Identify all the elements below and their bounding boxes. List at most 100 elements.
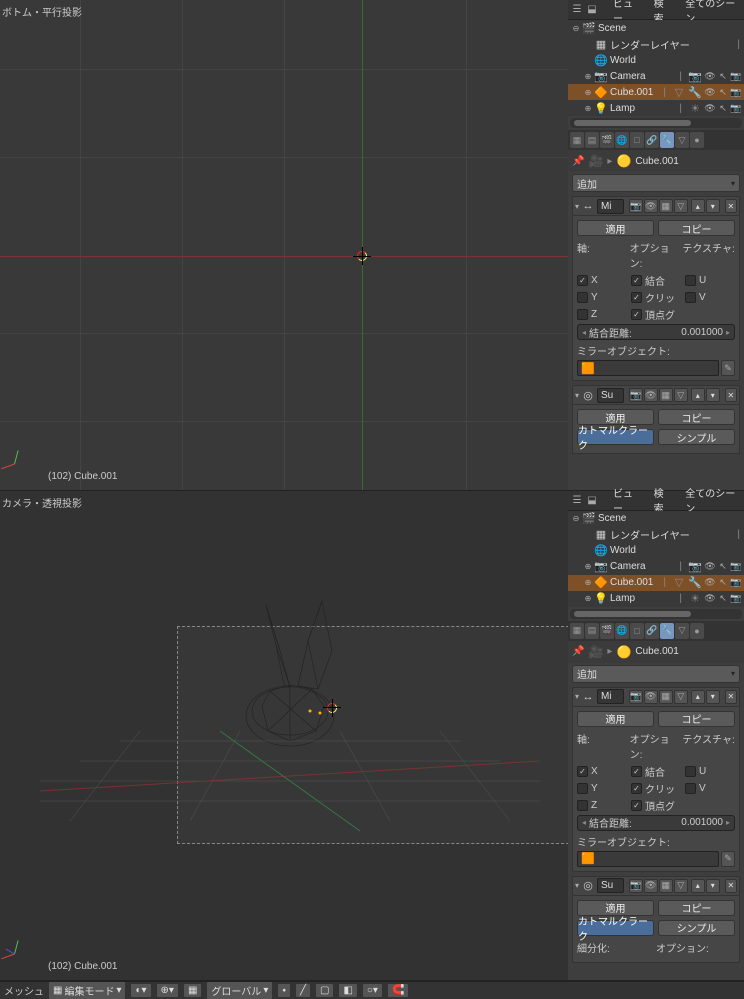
cursor-icon[interactable]: ↖ bbox=[717, 102, 729, 114]
eyedropper-button[interactable]: ✎ bbox=[721, 851, 735, 867]
axis-y-checkbox[interactable] bbox=[577, 292, 588, 303]
select-mode-edge[interactable]: ╱ bbox=[295, 983, 311, 998]
outliner-row-renderlayers[interactable]: ▦レンダーレイヤー| bbox=[568, 36, 744, 52]
proportional-edit[interactable]: ○▾ bbox=[362, 983, 383, 998]
select-mode-face[interactable]: ▢ bbox=[315, 983, 334, 998]
copy-button[interactable]: コピー bbox=[658, 900, 735, 916]
editmode-toggle[interactable]: ▦ bbox=[659, 388, 673, 402]
tab-data[interactable]: ▽ bbox=[675, 132, 689, 148]
tab-modifiers[interactable]: 🔧 bbox=[660, 132, 674, 148]
render-toggle[interactable]: 📷 bbox=[629, 199, 643, 213]
outliner-row-lamp[interactable]: ⊕💡Lamp|☀👁↖📷 bbox=[568, 100, 744, 116]
modifier-name-field[interactable]: Mi bbox=[597, 199, 624, 214]
eye-icon[interactable]: 👁 bbox=[704, 102, 716, 114]
outliner-row-camera[interactable]: ⊕📷Camera|📷👁↖📷 bbox=[568, 68, 744, 84]
catmull-clark-button[interactable]: カトマルクラーク bbox=[577, 429, 654, 445]
axis-z-checkbox[interactable] bbox=[577, 800, 588, 811]
tab-constraints[interactable]: 🔗 bbox=[645, 623, 659, 639]
panel-collapse-toggle[interactable]: ▾ bbox=[575, 881, 579, 890]
render-icon[interactable]: 📷 bbox=[730, 102, 742, 114]
texture-v-checkbox[interactable] bbox=[685, 292, 696, 303]
copy-button[interactable]: コピー bbox=[658, 220, 735, 236]
outliner-scrollbar[interactable] bbox=[570, 118, 742, 128]
eye-icon[interactable]: 👁 bbox=[704, 86, 716, 98]
mesh-menu[interactable]: メッシュ bbox=[4, 983, 44, 998]
outliner-row-scene[interactable]: ⊖🎬Scene bbox=[568, 20, 744, 36]
outliner-row-scene[interactable]: ⊖🎬Scene bbox=[568, 511, 744, 527]
merge-checkbox[interactable] bbox=[631, 275, 642, 286]
tab-constraints[interactable]: 🔗 bbox=[645, 132, 659, 148]
tab-modifiers[interactable]: 🔧 bbox=[660, 623, 674, 639]
editor-type-icon[interactable]: ☰ bbox=[570, 493, 584, 507]
texture-u-checkbox[interactable] bbox=[685, 766, 696, 777]
pin-icon[interactable]: 📌 bbox=[572, 156, 584, 167]
move-down-button[interactable]: ▾ bbox=[706, 199, 720, 213]
tab-layers[interactable]: ▤ bbox=[585, 623, 599, 639]
merge-checkbox[interactable] bbox=[631, 766, 642, 777]
delete-modifier-button[interactable]: ✕ bbox=[725, 690, 737, 704]
apply-button[interactable]: 適用 bbox=[577, 711, 654, 727]
tab-scene[interactable]: 🎬 bbox=[600, 623, 614, 639]
pivot-mode[interactable]: ⊕▾ bbox=[156, 983, 179, 998]
cage-toggle[interactable]: ▽ bbox=[674, 388, 688, 402]
merge-distance-field[interactable]: ◂結合距離: 0.001000▸ bbox=[577, 324, 735, 340]
render-icon[interactable]: 📷 bbox=[730, 70, 742, 82]
tab-material[interactable]: ● bbox=[690, 132, 704, 148]
editor-type-icon[interactable]: ☰ bbox=[570, 3, 584, 17]
mirror-object-field[interactable]: 🟧 bbox=[577, 360, 719, 376]
outliner-row-renderlayers[interactable]: ▦レンダーレイヤー| bbox=[568, 527, 744, 543]
tab-render[interactable]: ▦ bbox=[570, 623, 584, 639]
texture-u-checkbox[interactable] bbox=[685, 275, 696, 286]
add-modifier-dropdown[interactable]: 追加▾ bbox=[572, 174, 740, 192]
display-toggle[interactable]: 👁 bbox=[644, 388, 658, 402]
editor-split-icon[interactable]: ⬓ bbox=[585, 3, 599, 17]
tab-object[interactable]: □ bbox=[630, 623, 644, 639]
pin-icon[interactable]: 📌 bbox=[572, 646, 584, 657]
modifier-name-field[interactable]: Su bbox=[597, 388, 624, 403]
clip-checkbox[interactable] bbox=[631, 292, 642, 303]
axis-z-checkbox[interactable] bbox=[577, 309, 588, 320]
tab-world[interactable]: 🌐 bbox=[615, 132, 629, 148]
copy-button[interactable]: コピー bbox=[658, 409, 735, 425]
viewport-bottom[interactable]: カメラ・透視投影 (102) Cube.001 bbox=[0, 491, 568, 981]
panel-collapse-toggle[interactable]: ▾ bbox=[575, 391, 579, 400]
axis-x-checkbox[interactable] bbox=[577, 275, 588, 286]
layers[interactable]: ▦ bbox=[183, 983, 202, 998]
eyedropper-button[interactable]: ✎ bbox=[721, 360, 735, 376]
apply-button[interactable]: 適用 bbox=[577, 220, 654, 236]
tab-layers[interactable]: ▤ bbox=[585, 132, 599, 148]
render-toggle[interactable]: 📷 bbox=[629, 388, 643, 402]
copy-button[interactable]: コピー bbox=[658, 711, 735, 727]
merge-distance-field[interactable]: ◂結合距離:0.001000▸ bbox=[577, 815, 735, 831]
eye-icon[interactable]: 👁 bbox=[704, 70, 716, 82]
tab-material[interactable]: ● bbox=[690, 623, 704, 639]
move-up-button[interactable]: ▴ bbox=[691, 199, 705, 213]
cage-toggle[interactable]: ▽ bbox=[674, 199, 688, 213]
outliner[interactable]: ⊖🎬Scene ▦レンダーレイヤー| 🌐World ⊕📷Camera|📷👁↖📷 … bbox=[568, 20, 744, 116]
simple-button[interactable]: シンプル bbox=[658, 920, 735, 936]
delete-modifier-button[interactable]: ✕ bbox=[725, 388, 737, 402]
editmode-toggle[interactable]: ▦ bbox=[659, 199, 673, 213]
move-up-button[interactable]: ▴ bbox=[691, 879, 705, 893]
move-down-button[interactable]: ▾ bbox=[706, 388, 720, 402]
cursor-icon[interactable]: ↖ bbox=[717, 70, 729, 82]
orientation-dropdown[interactable]: グローバル ▾ bbox=[206, 981, 273, 999]
texture-v-checkbox[interactable] bbox=[685, 783, 696, 794]
tab-world[interactable]: 🌐 bbox=[615, 623, 629, 639]
cursor-icon[interactable]: ↖ bbox=[717, 86, 729, 98]
panel-collapse-toggle[interactable]: ▾ bbox=[575, 202, 579, 211]
vgroup-checkbox[interactable] bbox=[631, 800, 642, 811]
modifier-name-field[interactable]: Su bbox=[597, 878, 624, 893]
delete-modifier-button[interactable]: ✕ bbox=[725, 199, 737, 213]
display-toggle[interactable]: 👁 bbox=[644, 199, 658, 213]
clip-checkbox[interactable] bbox=[631, 783, 642, 794]
catmull-clark-button[interactable]: カトマルクラーク bbox=[577, 920, 654, 936]
outliner-row-lamp[interactable]: ⊕💡Lamp|☀👁↖📷 bbox=[568, 591, 744, 607]
outliner-row-camera[interactable]: ⊕📷Camera|📷👁↖📷 bbox=[568, 559, 744, 575]
outliner-row-world[interactable]: 🌐World bbox=[568, 52, 744, 68]
mirror-object-field[interactable]: 🟧 bbox=[577, 851, 719, 867]
modifier-name-field[interactable]: Mi bbox=[597, 689, 624, 704]
delete-modifier-button[interactable]: ✕ bbox=[725, 879, 737, 893]
axis-y-checkbox[interactable] bbox=[577, 783, 588, 794]
editor-split-icon[interactable]: ⬓ bbox=[585, 493, 599, 507]
